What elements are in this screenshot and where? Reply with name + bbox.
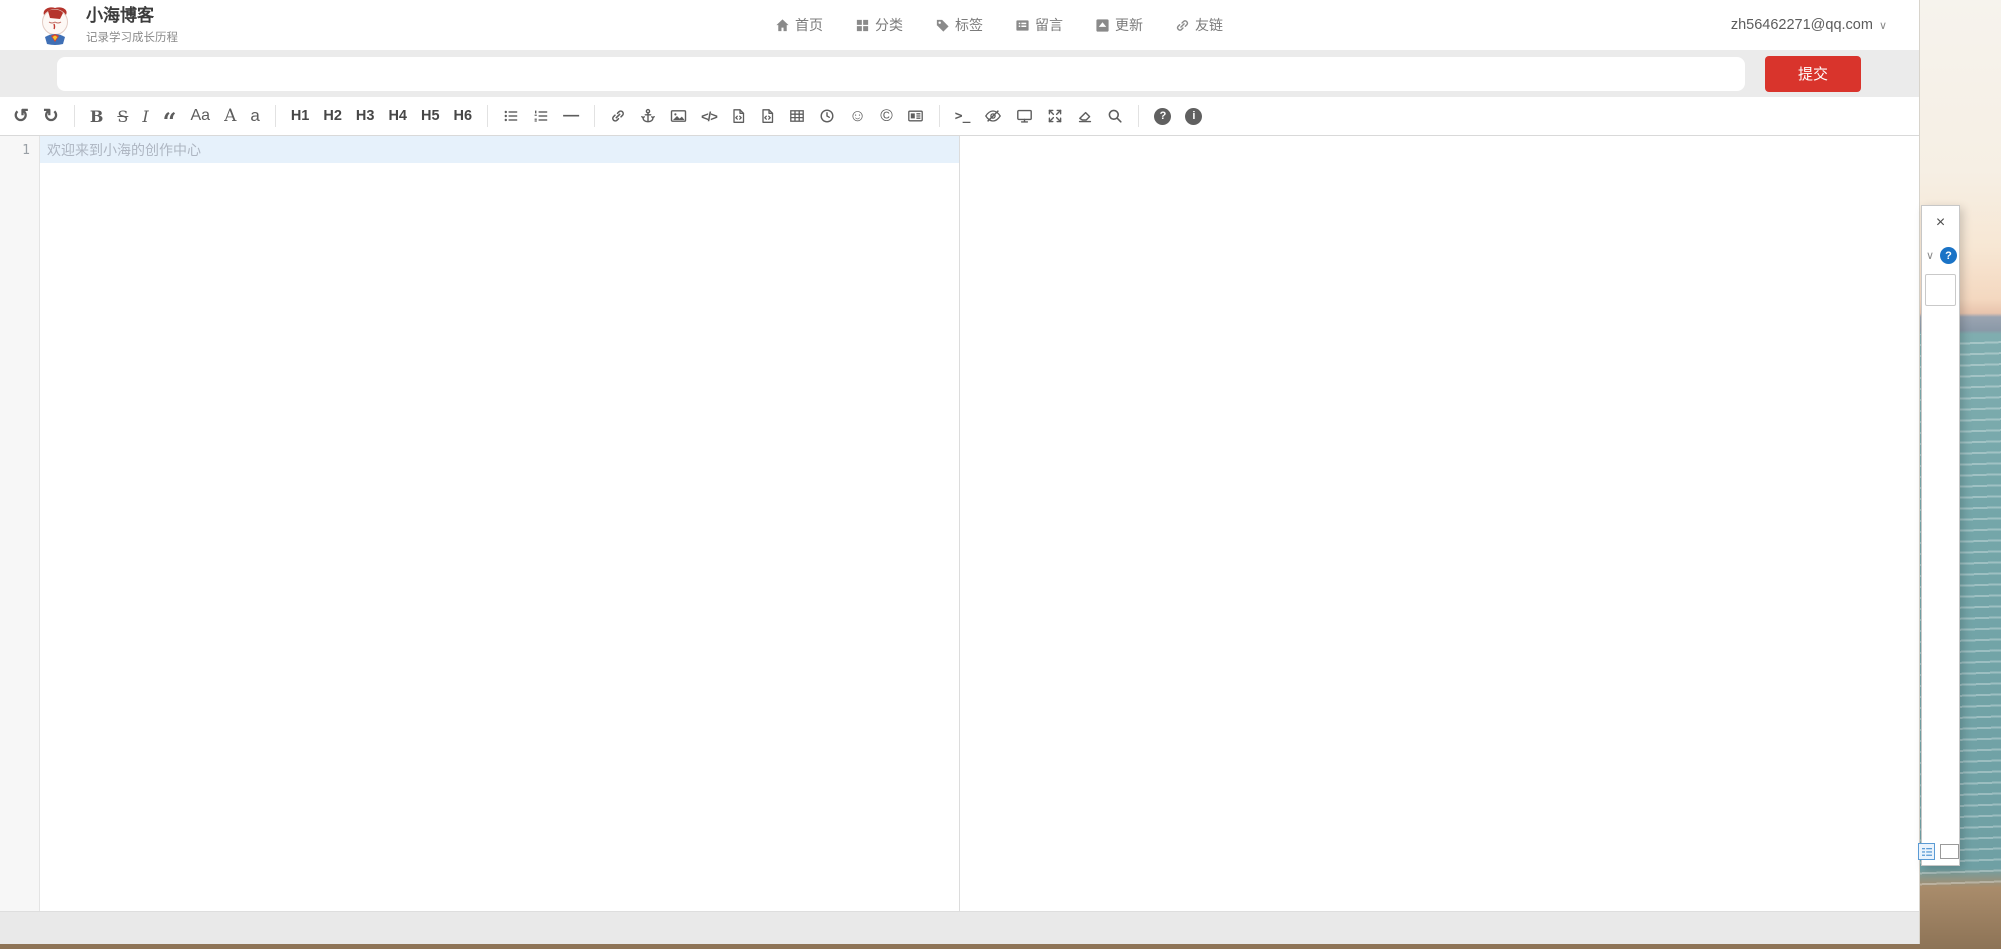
line-number: 1: [0, 143, 30, 158]
page: 小海博客 记录学习成长历程 首页 分类 标签 留言: [0, 0, 2001, 949]
account-email: zh56462271@qq.com: [1731, 17, 1873, 33]
editor-toolbar: ↺ ↻ B S I “ Aa A a H1 H2 H3 H4 H5 H6 —: [0, 97, 1919, 136]
chevron-down-icon: ∨: [1879, 19, 1887, 32]
h3-icon[interactable]: H3: [349, 101, 382, 131]
side-panel-controls: ∨ ?: [1922, 247, 1959, 264]
editor-placeholder: 欢迎来到小海的创作中心: [47, 140, 201, 160]
toolbar-divider: [487, 105, 488, 127]
help-icon[interactable]: ?: [1147, 101, 1178, 131]
list-ul-icon[interactable]: [496, 101, 526, 131]
toolbar-divider: [1138, 105, 1139, 127]
h2-icon[interactable]: H2: [316, 101, 349, 131]
account-menu[interactable]: zh56462271@qq.com ∨: [1731, 0, 1887, 50]
toolbar-divider: [74, 105, 75, 127]
link-icon[interactable]: [603, 101, 633, 131]
nav-label: 标签: [955, 15, 983, 35]
undo-icon[interactable]: ↺: [6, 101, 36, 131]
nav-label: 更新: [1115, 15, 1143, 35]
emoji-icon[interactable]: ☺: [842, 101, 873, 131]
update-icon: [1095, 18, 1110, 33]
side-panel-view-toggles: [1918, 843, 1959, 860]
bold-icon[interactable]: B: [83, 101, 111, 131]
nav-label: 友链: [1195, 15, 1223, 35]
toolbar-divider: [939, 105, 940, 127]
horizontal-rule-icon[interactable]: —: [556, 101, 586, 131]
h1-icon[interactable]: H1: [284, 101, 317, 131]
site-header: 小海博客 记录学习成长历程 首页 分类 标签 留言: [0, 0, 1919, 50]
grid-icon: [855, 18, 870, 33]
site-subtitle: 记录学习成长历程: [86, 29, 178, 45]
code-block-icon[interactable]: [753, 101, 782, 131]
nav-item-tags[interactable]: 标签: [935, 15, 983, 35]
side-panel-input[interactable]: [1925, 274, 1956, 306]
home-icon: [775, 18, 790, 33]
italic-icon[interactable]: I: [135, 101, 155, 131]
side-popup-panel: × ∨ ?: [1921, 205, 1960, 866]
nav-item-updates[interactable]: 更新: [1095, 15, 1143, 35]
lowercase-icon[interactable]: a: [243, 101, 266, 131]
code-block-tab-icon[interactable]: [724, 101, 753, 131]
image-view-icon[interactable]: [1940, 844, 1959, 859]
nav-item-messages[interactable]: 留言: [1015, 15, 1063, 35]
list-view-icon[interactable]: [1918, 843, 1935, 860]
anchor-icon[interactable]: [633, 101, 663, 131]
nav-label: 首页: [795, 15, 823, 35]
datetime-icon[interactable]: [812, 101, 842, 131]
editor-area: 1 欢迎来到小海的创作中心: [0, 136, 1919, 911]
image-icon[interactable]: [663, 101, 694, 131]
main-content: 小海博客 记录学习成长历程 首页 分类 标签 留言: [0, 0, 1920, 944]
h6-icon[interactable]: H6: [447, 101, 480, 131]
h4-icon[interactable]: H4: [381, 101, 414, 131]
line-number-gutter: 1: [0, 136, 40, 911]
nav-item-home[interactable]: 首页: [775, 15, 823, 35]
nav-item-friend-links[interactable]: 友链: [1175, 15, 1223, 35]
markdown-preview-pane: [960, 136, 1919, 911]
fullscreen-icon[interactable]: [1040, 101, 1070, 131]
site-identity: 小海博客 记录学习成长历程: [86, 6, 178, 45]
list-ol-icon[interactable]: [526, 101, 556, 131]
nav-item-categories[interactable]: 分类: [855, 15, 903, 35]
compose-bar: 提交: [0, 50, 1919, 97]
close-icon[interactable]: ×: [1922, 215, 1959, 231]
toolbar-divider: [275, 105, 276, 127]
html-entities-icon[interactable]: ©: [873, 101, 900, 131]
active-line[interactable]: 欢迎来到小海的创作中心: [40, 136, 959, 163]
blog-avatar[interactable]: [36, 5, 74, 45]
tag-icon: [935, 18, 950, 33]
toolbar-divider: [594, 105, 595, 127]
watch-icon[interactable]: [977, 101, 1009, 131]
uppercase-icon[interactable]: A: [217, 101, 243, 131]
strikethrough-icon[interactable]: S: [110, 101, 135, 131]
site-title[interactable]: 小海博客: [86, 6, 178, 26]
nav-label: 分类: [875, 15, 903, 35]
inline-code-icon[interactable]: </>: [694, 101, 724, 131]
submit-button[interactable]: 提交: [1765, 56, 1861, 92]
clear-icon[interactable]: [1070, 101, 1100, 131]
friend-link-icon: [1175, 18, 1190, 33]
help-badge-icon[interactable]: ?: [1940, 247, 1957, 264]
search-icon[interactable]: [1100, 101, 1130, 131]
ucwords-icon[interactable]: Aa: [183, 101, 217, 131]
table-icon[interactable]: [782, 101, 812, 131]
page-footer: [0, 911, 1919, 944]
main-nav: 首页 分类 标签 留言 更新: [775, 0, 1223, 50]
quote-icon[interactable]: “: [156, 101, 184, 131]
h5-icon[interactable]: H5: [414, 101, 447, 131]
pagebreak-icon[interactable]: [900, 101, 931, 131]
post-title-input[interactable]: [57, 57, 1745, 91]
goto-line-icon[interactable]: >_: [948, 101, 978, 131]
info-icon[interactable]: i: [1178, 101, 1209, 131]
nav-label: 留言: [1035, 15, 1063, 35]
chevron-down-icon[interactable]: ∨: [1926, 249, 1934, 262]
markdown-input-pane[interactable]: 欢迎来到小海的创作中心: [40, 136, 959, 911]
preview-icon[interactable]: [1009, 101, 1040, 131]
redo-icon[interactable]: ↻: [36, 101, 66, 131]
message-board-icon: [1015, 18, 1030, 33]
